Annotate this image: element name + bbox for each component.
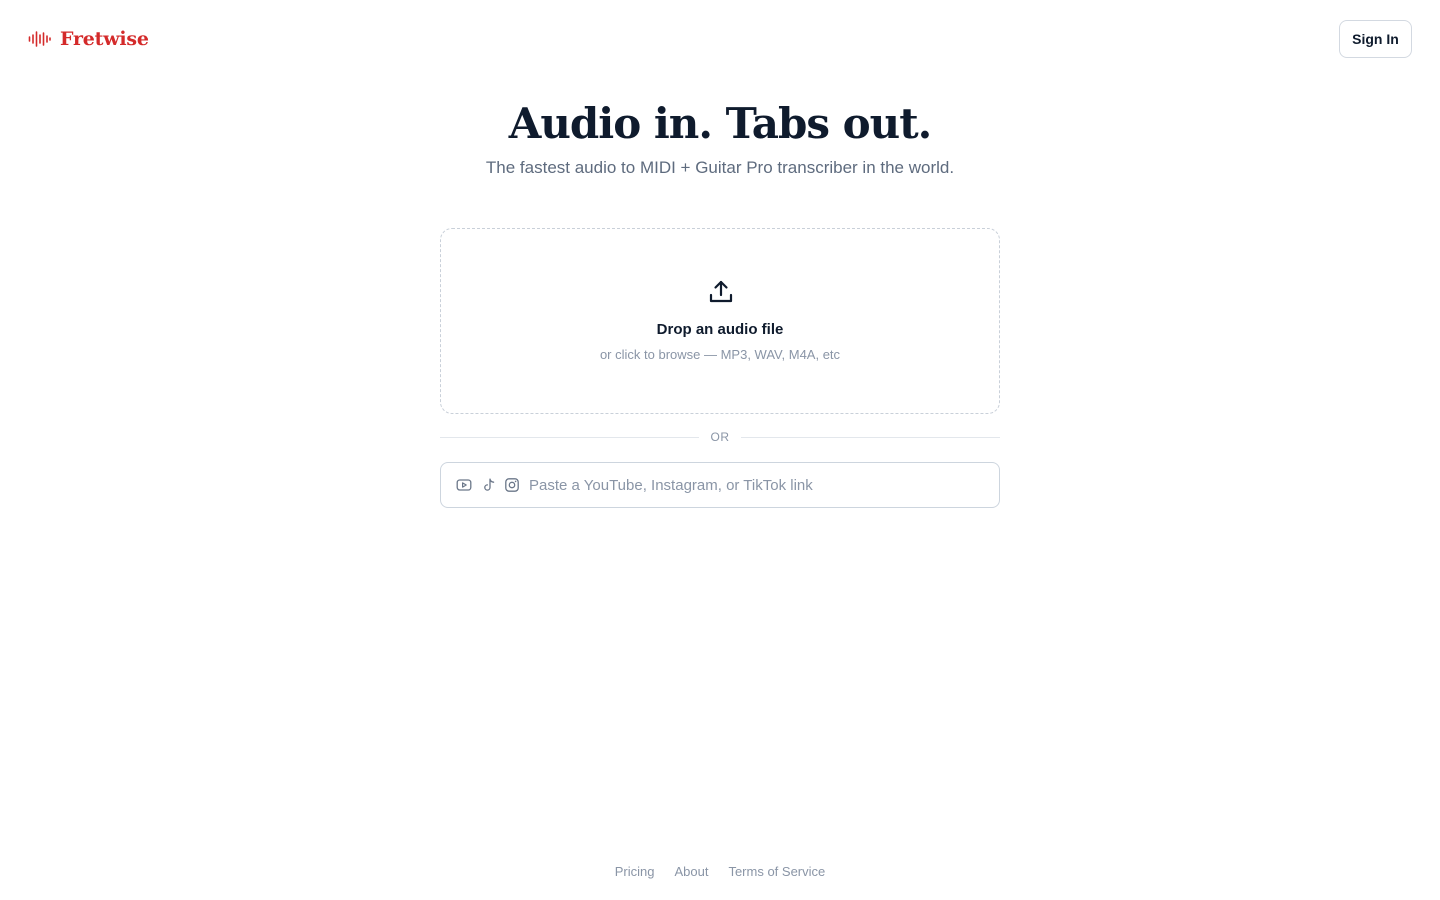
dropzone-subtitle: or click to browse — MP3, WAV, M4A, etc [599,347,841,362]
instagram-icon [505,478,519,492]
hero-subtitle: The fastest audio to MIDI + Guitar Pro t… [485,158,955,177]
divider-line-right [741,437,1000,438]
dropzone-title: Drop an audio file [656,321,784,338]
brand-name: Fretwise [60,28,149,50]
hero-title: Audio in. Tabs out. [508,99,932,148]
footer: Pricing About Terms of Service [0,863,1440,881]
link-input-field[interactable] [440,462,1000,508]
divider-label: OR [710,430,730,444]
sound-wave-icon [28,31,51,47]
top-nav: Fretwise Sign In [0,0,1440,78]
or-divider: OR [440,428,1000,446]
footer-link-pricing[interactable]: Pricing [615,863,655,881]
link-input[interactable] [529,463,989,507]
tiktok-icon [484,478,495,491]
upload-icon [709,280,733,303]
footer-link-terms[interactable]: Terms of Service [728,863,825,881]
youtube-icon [456,479,472,491]
footer-link-about[interactable]: About [674,863,708,881]
divider-line-left [440,437,699,438]
audio-dropzone[interactable]: Drop an audio file or click to browse — … [440,228,1000,414]
brand-logo-link[interactable]: Fretwise [28,26,149,52]
sign-in-button[interactable]: Sign In [1339,20,1412,58]
